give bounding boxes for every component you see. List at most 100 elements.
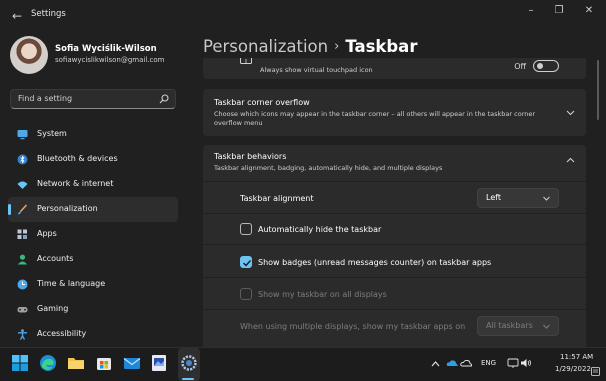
app-title: Settings: [31, 9, 66, 19]
sidebar-item-bluetooth[interactable]: Bluetooth & devices: [8, 147, 178, 172]
multi-display-label: When using multiple displays, show my ta…: [240, 322, 466, 331]
network-icon[interactable]: [507, 357, 519, 369]
breadcrumb-parent[interactable]: Personalization: [203, 37, 328, 56]
taskbar-alignment-label: Taskbar alignment: [240, 194, 314, 203]
notification-icon[interactable]: [591, 367, 600, 376]
sidebar-item-accounts[interactable]: Accounts: [8, 247, 178, 272]
taskbar-behaviors-description: Taskbar alignment, badging, automaticall…: [214, 164, 443, 172]
apps-icon: [17, 229, 27, 239]
corner-overflow-card[interactable]: Taskbar corner overflow Choose which ico…: [203, 89, 586, 136]
sidebar-item-personalization[interactable]: Personalization: [8, 197, 178, 222]
badges-checkbox[interactable]: [240, 256, 252, 268]
badges-row: Show badges (unread messages counter) on…: [203, 245, 586, 277]
user-email: sofiawycislikwilson@gmail.com: [55, 56, 165, 64]
brush-icon: [18, 204, 28, 215]
auto-hide-row: Automatically hide the taskbar: [203, 214, 586, 244]
search-icon[interactable]: [159, 94, 169, 104]
sidebar-item-label: System: [37, 129, 67, 138]
maximize-button[interactable]: ❐: [545, 4, 573, 18]
sidebar-nav: System Bluetooth & devices Network & int…: [8, 122, 178, 347]
auto-hide-checkbox[interactable]: [240, 223, 252, 235]
scrollbar-thumb[interactable]: [597, 60, 599, 120]
sidebar-item-system[interactable]: System: [8, 122, 178, 147]
language-indicator[interactable]: ENG: [481, 359, 496, 367]
person-icon: [17, 254, 28, 265]
sidebar-item-label: Gaming: [37, 304, 69, 313]
globe-clock-icon: [17, 279, 28, 290]
sidebar-item-label: Apps: [37, 229, 57, 238]
clock-date[interactable]: 1/29/2022: [555, 365, 591, 373]
corner-overflow-description-2: overflow menu: [214, 119, 263, 127]
badges-label[interactable]: Show badges (unread messages counter) on…: [258, 258, 491, 267]
all-displays-checkbox[interactable]: [240, 288, 252, 300]
breadcrumb-separator: ›: [334, 39, 340, 54]
image-editor-icon[interactable]: [150, 354, 168, 372]
user-name: Sofia Wyciślik-Wilson: [55, 44, 157, 54]
sidebar-item-gaming[interactable]: Gaming: [8, 297, 178, 322]
page-title: Taskbar: [345, 37, 418, 56]
sidebar-item-label: Personalization: [37, 204, 98, 213]
onedrive-icon[interactable]: [446, 357, 458, 369]
auto-hide-label[interactable]: Automatically hide the taskbar: [258, 225, 381, 234]
corner-overflow-title: Taskbar corner overflow: [214, 98, 310, 107]
taskbar-behaviors-card[interactable]: Taskbar behaviors Taskbar alignment, bad…: [203, 145, 586, 181]
touchpad-icon-row: Always show virtual touchpad icon Off: [203, 58, 586, 79]
mail-icon[interactable]: [123, 354, 141, 372]
chevron-up-icon[interactable]: [431, 360, 440, 368]
checkmark-icon: [243, 260, 252, 267]
multi-display-dropdown[interactable]: All taskbars: [477, 316, 559, 336]
store-icon[interactable]: [95, 354, 113, 372]
monitor-icon: [17, 130, 28, 140]
taskbar-behaviors-title: Taskbar behaviors: [214, 152, 287, 161]
sidebar-item-network[interactable]: Network & internet: [8, 172, 178, 197]
file-explorer-icon[interactable]: [67, 354, 85, 372]
search-input[interactable]: Find a setting: [10, 89, 176, 109]
title-bar: ← Settings – ❐ ✕: [0, 0, 606, 32]
sidebar-item-label: Accounts: [37, 254, 74, 263]
dropdown-value: All taskbars: [486, 321, 533, 330]
bluetooth-icon: [17, 154, 28, 165]
sidebar-item-label: Time & language: [37, 279, 106, 288]
sidebar-item-time-language[interactable]: Time & language: [8, 272, 178, 297]
chevron-up-icon[interactable]: [566, 156, 575, 165]
volume-icon[interactable]: [520, 357, 532, 369]
selection-indicator: [8, 204, 11, 215]
clock-time[interactable]: 11:57 AM: [560, 353, 593, 361]
active-app-indicator: [182, 378, 194, 380]
taskbar-alignment-row: Taskbar alignment Left: [203, 182, 586, 213]
cloud-icon[interactable]: [460, 357, 472, 369]
accessibility-icon: [18, 329, 27, 340]
taskbar-alignment-dropdown[interactable]: Left: [477, 188, 559, 208]
back-button[interactable]: ←: [8, 8, 26, 24]
sidebar-item-label: Bluetooth & devices: [37, 154, 118, 163]
sidebar-item-label: Network & internet: [37, 179, 114, 188]
sidebar-item-apps[interactable]: Apps: [8, 222, 178, 247]
all-displays-row: Show my taskbar on all displays: [203, 278, 586, 309]
minimize-button[interactable]: –: [517, 4, 545, 18]
all-displays-label: Show my taskbar on all displays: [258, 290, 387, 299]
corner-overflow-description: Choose which icons may appear in the tas…: [214, 110, 536, 118]
settings-icon[interactable]: [180, 354, 198, 372]
chevron-down-icon[interactable]: [566, 108, 575, 117]
avatar[interactable]: [10, 36, 48, 74]
settings-window: ← Settings – ❐ ✕ Sofia Wyciślik-Wilson s…: [0, 0, 606, 347]
sidebar-item-accessibility[interactable]: Accessibility: [8, 322, 178, 347]
sidebar-item-label: Accessibility: [37, 329, 87, 338]
chevron-down-icon: [543, 324, 550, 329]
settings-content[interactable]: Always show virtual touchpad icon Off Ta…: [203, 58, 586, 347]
breadcrumb: Personalization › Taskbar: [203, 37, 417, 56]
wifi-icon: [17, 181, 28, 189]
edge-icon[interactable]: [39, 354, 57, 372]
controller-icon: [17, 307, 28, 313]
chevron-down-icon: [543, 196, 550, 201]
taskbar: ENG 11:57 AM 1/29/2022: [0, 347, 606, 381]
toggle-knob: [537, 63, 543, 69]
multi-display-row: When using multiple displays, show my ta…: [203, 310, 586, 347]
touchpad-toggle[interactable]: [533, 60, 559, 72]
touchpad-icon: [240, 58, 252, 64]
close-button[interactable]: ✕: [575, 4, 603, 18]
windows-start-icon[interactable]: [11, 354, 29, 372]
search-placeholder: Find a setting: [18, 94, 73, 103]
toggle-state-label: Off: [514, 62, 526, 71]
dropdown-value: Left: [486, 193, 502, 202]
